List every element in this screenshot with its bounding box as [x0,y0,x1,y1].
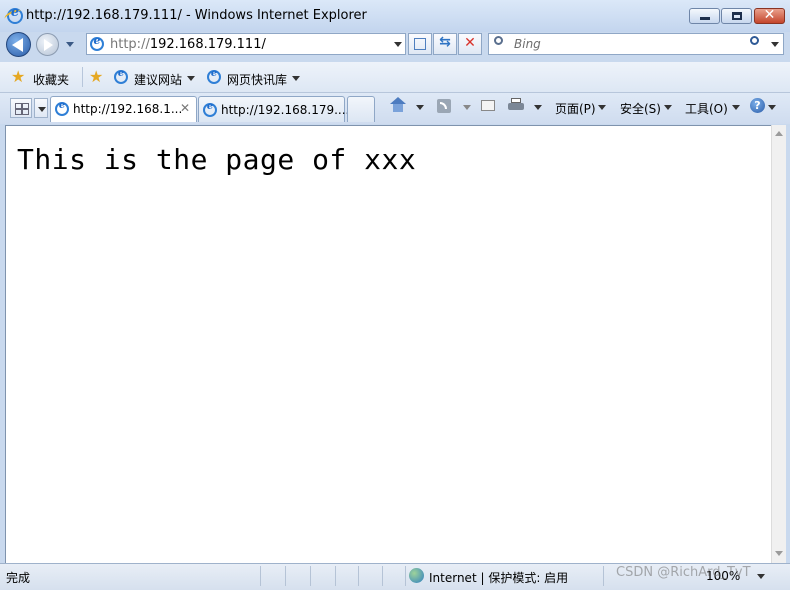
back-arrow-icon [12,38,23,52]
recent-pages-dropdown-icon[interactable] [66,42,74,47]
minimize-button[interactable] [689,8,720,24]
close-button[interactable]: ✕ [754,7,785,24]
feeds-dropdown-icon[interactable] [463,105,471,110]
web-slice-gallery-button[interactable]: 网页快讯库 [227,71,287,88]
quick-tabs-icon-part [22,109,29,115]
favorites-button[interactable]: 收藏夹 [33,71,69,88]
stop-button[interactable]: ✕ [458,33,482,55]
tools-menu-dropdown-icon[interactable] [732,105,740,110]
window-title: http://192.168.179.111/ - Windows Intern… [26,8,367,23]
status-divider [285,566,286,586]
scroll-up-icon[interactable] [775,131,783,136]
forward-arrow-icon [44,39,53,51]
add-favorite-icon[interactable]: ★ [89,67,103,86]
page-menu[interactable]: 页面(P) [555,100,596,117]
stop-icon: ✕ [464,35,476,51]
status-divider [260,566,261,586]
search-input[interactable]: Bing [514,37,541,51]
safety-menu-dropdown-icon[interactable] [664,105,672,110]
page-content [5,125,771,563]
page-heading: This is the page of xxx [17,143,417,176]
security-zone[interactable]: Internet | 保护模式: 启用 [429,569,568,586]
status-divider [405,566,406,586]
help-dropdown-icon[interactable] [768,105,776,110]
new-tab-button[interactable] [347,96,375,122]
maximize-icon [732,12,742,20]
ie-logo-icon: e [3,5,23,24]
print-dropdown-icon[interactable] [534,105,542,110]
tab-2-label: http://192.168.179.... [221,103,350,117]
page-menu-dropdown-icon[interactable] [598,105,606,110]
suggested-sites-button[interactable]: 建议网站 [134,71,182,88]
tab-1-label: http://192.168.1... [73,102,183,116]
tools-menu[interactable]: 工具(O) [685,100,728,117]
refresh-icon: ⇆ [439,34,451,50]
quick-tabs-icon-part [15,109,22,115]
suggested-sites-dropdown-icon[interactable] [187,76,195,81]
page-ie-icon: e [90,34,104,51]
status-divider [358,566,359,586]
back-button[interactable] [6,32,31,57]
refresh-button[interactable]: ⇆ [433,33,457,55]
web-slice-dropdown-icon[interactable] [292,76,300,81]
tab-2-ie-icon: e [203,101,217,117]
zoom-dropdown-icon[interactable] [757,574,765,579]
vertical-scrollbar[interactable] [771,125,786,563]
compatibility-view-icon [414,38,426,50]
home-icon[interactable] [389,97,407,113]
search-options-dropdown-icon[interactable] [771,42,779,47]
status-divider [382,566,383,586]
watermark: CSDN @RichArd_TvT [616,565,751,580]
help-icon[interactable]: ? [750,98,765,113]
address-host: 192.168.179.111/ [149,37,266,52]
search-icon[interactable] [750,36,759,45]
status-text: 完成 [6,571,31,585]
divider [82,67,83,87]
status-divider [335,566,336,586]
quick-tabs-button[interactable] [10,98,32,118]
search-provider-icon [494,36,503,45]
suggested-sites-icon: e [114,68,128,84]
address-input[interactable]: http://192.168.179.111/ [110,37,266,52]
favorites-star-icon: ★ [11,67,26,86]
compatibility-view-button[interactable] [408,33,432,55]
mail-icon[interactable] [481,100,495,111]
tab-close-icon[interactable]: ✕ [180,101,190,115]
status-divider [603,566,604,586]
print-icon[interactable] [508,98,524,113]
tab-list-dropdown-icon [38,107,46,112]
status-divider [310,566,311,586]
scroll-down-icon[interactable] [775,551,783,556]
maximize-button[interactable] [721,8,752,24]
minimize-icon [700,17,710,20]
tab-list-button[interactable] [34,98,48,118]
forward-button[interactable] [36,33,59,56]
home-dropdown-icon[interactable] [416,105,424,110]
close-icon: ✕ [763,7,776,23]
safety-menu[interactable]: 安全(S) [620,100,661,117]
address-scheme: http:// [110,37,150,52]
address-dropdown-icon[interactable] [394,42,402,47]
globe-icon [409,568,424,583]
tab-1-ie-icon: e [55,100,69,116]
web-slice-icon: e [207,68,221,84]
feeds-icon[interactable] [437,99,451,113]
